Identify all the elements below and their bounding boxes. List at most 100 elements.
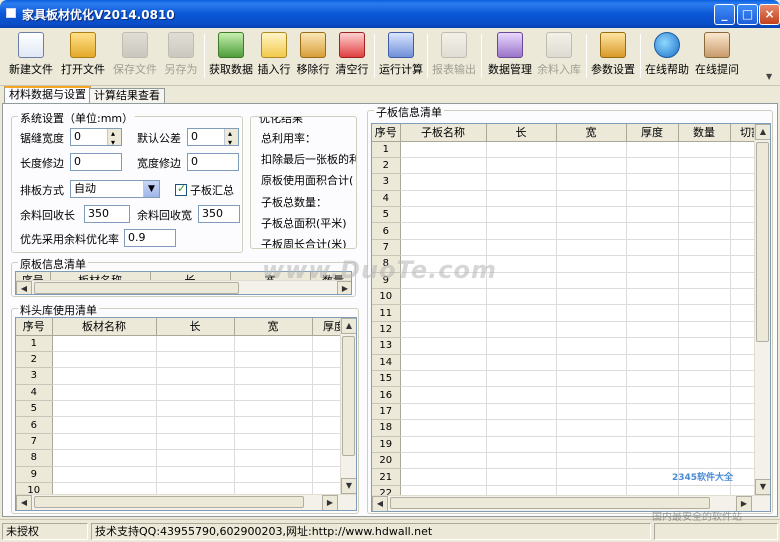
scroll-thumb[interactable] bbox=[34, 282, 239, 294]
table-cell[interactable] bbox=[400, 206, 487, 224]
table-cell[interactable] bbox=[486, 419, 557, 437]
table-cell[interactable] bbox=[678, 304, 731, 322]
table-cell[interactable] bbox=[626, 321, 679, 339]
table-cell[interactable] bbox=[400, 222, 487, 240]
table-cell[interactable] bbox=[678, 272, 731, 290]
scroll-left-icon[interactable]: ◀ bbox=[16, 495, 32, 510]
table-cell[interactable] bbox=[156, 384, 235, 402]
table-cell[interactable] bbox=[52, 449, 157, 467]
table-row[interactable]: 7 bbox=[16, 433, 356, 451]
layout-mode-select[interactable]: 自动 ▼ bbox=[70, 180, 160, 198]
table-cell[interactable] bbox=[556, 157, 627, 175]
subboard-grid[interactable]: 序号 子板名称 长 宽 厚度 数量 切割 1 2 3 4 5 6 7 8 9 1… bbox=[371, 123, 771, 512]
scroll-left-icon[interactable]: ◀ bbox=[372, 496, 388, 511]
remnant-length-input[interactable]: 350 bbox=[84, 205, 130, 223]
table-row[interactable]: 15 bbox=[372, 370, 770, 388]
table-cell[interactable] bbox=[52, 466, 157, 484]
table-cell[interactable] bbox=[234, 449, 313, 467]
table-cell[interactable] bbox=[556, 222, 627, 240]
column-header[interactable]: 长 bbox=[156, 318, 235, 336]
table-cell[interactable] bbox=[678, 321, 731, 339]
table-cell[interactable] bbox=[556, 190, 627, 208]
table-row[interactable]: 14 bbox=[372, 354, 770, 371]
online-question-button[interactable]: 在线提问 bbox=[694, 32, 740, 82]
table-cell[interactable] bbox=[556, 288, 627, 306]
table-row[interactable]: 11 bbox=[372, 304, 770, 322]
table-cell[interactable] bbox=[52, 384, 157, 402]
remnant-priority-input[interactable]: 0.9 bbox=[124, 229, 176, 247]
table-cell[interactable] bbox=[556, 452, 627, 470]
table-cell[interactable] bbox=[234, 400, 313, 418]
stock-usage-hscrollbar[interactable]: ◀ ▶ bbox=[16, 494, 356, 510]
scroll-thumb[interactable] bbox=[756, 142, 769, 342]
table-cell[interactable] bbox=[556, 419, 627, 437]
table-cell[interactable] bbox=[678, 255, 731, 273]
table-cell[interactable] bbox=[400, 354, 487, 371]
table-row[interactable]: 19 bbox=[372, 436, 770, 453]
table-cell[interactable] bbox=[626, 272, 679, 290]
tolerance-spin-icon[interactable] bbox=[224, 126, 238, 151]
table-cell[interactable] bbox=[626, 255, 679, 273]
table-cell[interactable] bbox=[678, 452, 731, 470]
tab-material-settings[interactable]: 材料数据与设置 bbox=[4, 86, 91, 104]
table-cell[interactable] bbox=[556, 321, 627, 339]
table-cell[interactable] bbox=[626, 386, 679, 404]
table-cell[interactable] bbox=[556, 304, 627, 322]
table-cell[interactable] bbox=[556, 386, 627, 404]
table-row[interactable]: 20 bbox=[372, 452, 770, 470]
table-row[interactable]: 18 bbox=[372, 419, 770, 437]
remnant-width-input[interactable]: 350 bbox=[198, 205, 240, 223]
table-row[interactable]: 6 bbox=[16, 416, 356, 434]
table-row[interactable]: 2 bbox=[16, 351, 356, 369]
open-file-button[interactable]: 打开文件 bbox=[58, 32, 108, 82]
table-cell[interactable] bbox=[52, 416, 157, 434]
parameter-settings-button[interactable]: 参数设置 bbox=[590, 32, 636, 82]
table-cell[interactable] bbox=[486, 403, 557, 421]
length-trim-input[interactable]: 0 bbox=[70, 153, 122, 171]
table-cell[interactable] bbox=[486, 206, 557, 224]
table-cell[interactable] bbox=[556, 173, 627, 191]
online-help-button[interactable]: 在线帮助 bbox=[644, 32, 690, 82]
table-cell[interactable] bbox=[486, 304, 557, 322]
table-cell[interactable] bbox=[678, 370, 731, 388]
table-cell[interactable] bbox=[400, 419, 487, 437]
scroll-up-icon[interactable]: ▲ bbox=[341, 318, 356, 334]
default-tolerance-stepper[interactable]: 0 bbox=[187, 126, 239, 151]
table-cell[interactable] bbox=[400, 157, 487, 175]
table-cell[interactable] bbox=[486, 239, 557, 257]
table-cell[interactable] bbox=[400, 468, 487, 486]
table-cell[interactable] bbox=[52, 367, 157, 385]
table-cell[interactable] bbox=[52, 335, 157, 352]
table-cell[interactable] bbox=[400, 173, 487, 191]
table-cell[interactable] bbox=[626, 141, 679, 158]
table-cell[interactable] bbox=[486, 321, 557, 339]
table-cell[interactable] bbox=[556, 436, 627, 453]
table-cell[interactable] bbox=[156, 351, 235, 369]
table-cell[interactable] bbox=[156, 367, 235, 385]
column-header[interactable]: 数量 bbox=[678, 124, 731, 142]
new-file-button[interactable]: 新建文件 bbox=[6, 32, 56, 82]
table-row[interactable]: 6 bbox=[372, 222, 770, 240]
column-header[interactable]: 厚度 bbox=[626, 124, 679, 142]
clear-rows-button[interactable]: 清空行 bbox=[334, 32, 370, 82]
table-cell[interactable] bbox=[486, 157, 557, 175]
table-cell[interactable] bbox=[556, 468, 627, 486]
table-row[interactable]: 4 bbox=[16, 384, 356, 402]
table-cell[interactable] bbox=[486, 141, 557, 158]
table-cell[interactable] bbox=[156, 466, 235, 484]
table-cell[interactable] bbox=[626, 206, 679, 224]
column-header[interactable]: 序号 bbox=[16, 318, 53, 336]
minimize-button[interactable]: _ bbox=[714, 4, 735, 25]
column-header[interactable]: 子板名称 bbox=[400, 124, 487, 142]
scroll-left-icon[interactable]: ◀ bbox=[16, 281, 32, 294]
maximize-button[interactable]: □ bbox=[737, 4, 758, 25]
table-cell[interactable] bbox=[486, 386, 557, 404]
table-cell[interactable] bbox=[400, 403, 487, 421]
table-cell[interactable] bbox=[486, 190, 557, 208]
table-cell[interactable] bbox=[400, 337, 487, 355]
table-row[interactable]: 7 bbox=[372, 239, 770, 257]
table-cell[interactable] bbox=[486, 452, 557, 470]
table-row[interactable]: 12 bbox=[372, 321, 770, 339]
subboard-vscrollbar[interactable]: ▲ ▼ bbox=[754, 124, 770, 495]
table-row[interactable]: 4 bbox=[372, 190, 770, 208]
